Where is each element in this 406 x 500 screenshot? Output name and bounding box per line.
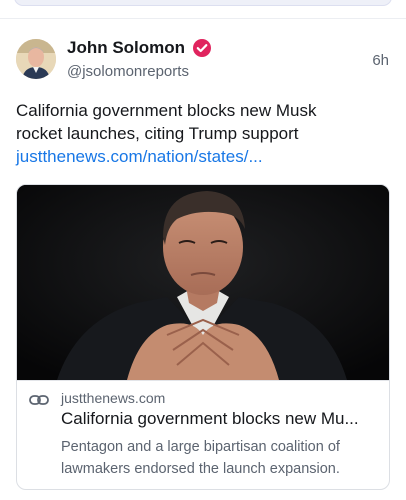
previous-post-edge	[14, 0, 392, 6]
link-preview-card[interactable]: justthenews.com California government bl…	[16, 184, 390, 490]
link-chain-icon	[29, 395, 49, 405]
card-domain: justthenews.com	[61, 390, 166, 406]
post-link[interactable]: justthenews.com/nation/states/...	[16, 145, 396, 168]
avatar[interactable]	[16, 39, 56, 79]
post-text-line: California government blocks new Musk	[16, 101, 317, 120]
verified-badge-icon	[193, 39, 211, 57]
author-handle[interactable]: @jsolomonreports	[67, 63, 189, 80]
link-preview-image[interactable]	[17, 185, 389, 380]
author-name[interactable]: John Solomon	[67, 38, 185, 58]
card-description-line: lawmakers endorsed the launch expansion.	[61, 461, 340, 477]
post-text-line: rocket launches, citing Trump support	[16, 124, 299, 143]
card-description: Pentagon and a large bipartisan coalitio…	[61, 436, 379, 480]
card-description-line: Pentagon and a large bipartisan coalitio…	[61, 439, 340, 455]
post-text: California government blocks new Musk ro…	[16, 99, 396, 168]
link-preview-body[interactable]: justthenews.com California government bl…	[17, 380, 389, 489]
post[interactable]: John Solomon @jsolomonreports 6h Califor…	[0, 19, 406, 500]
post-timestamp: 6h	[372, 52, 389, 69]
card-title: California government blocks new Mu...	[61, 409, 359, 428]
